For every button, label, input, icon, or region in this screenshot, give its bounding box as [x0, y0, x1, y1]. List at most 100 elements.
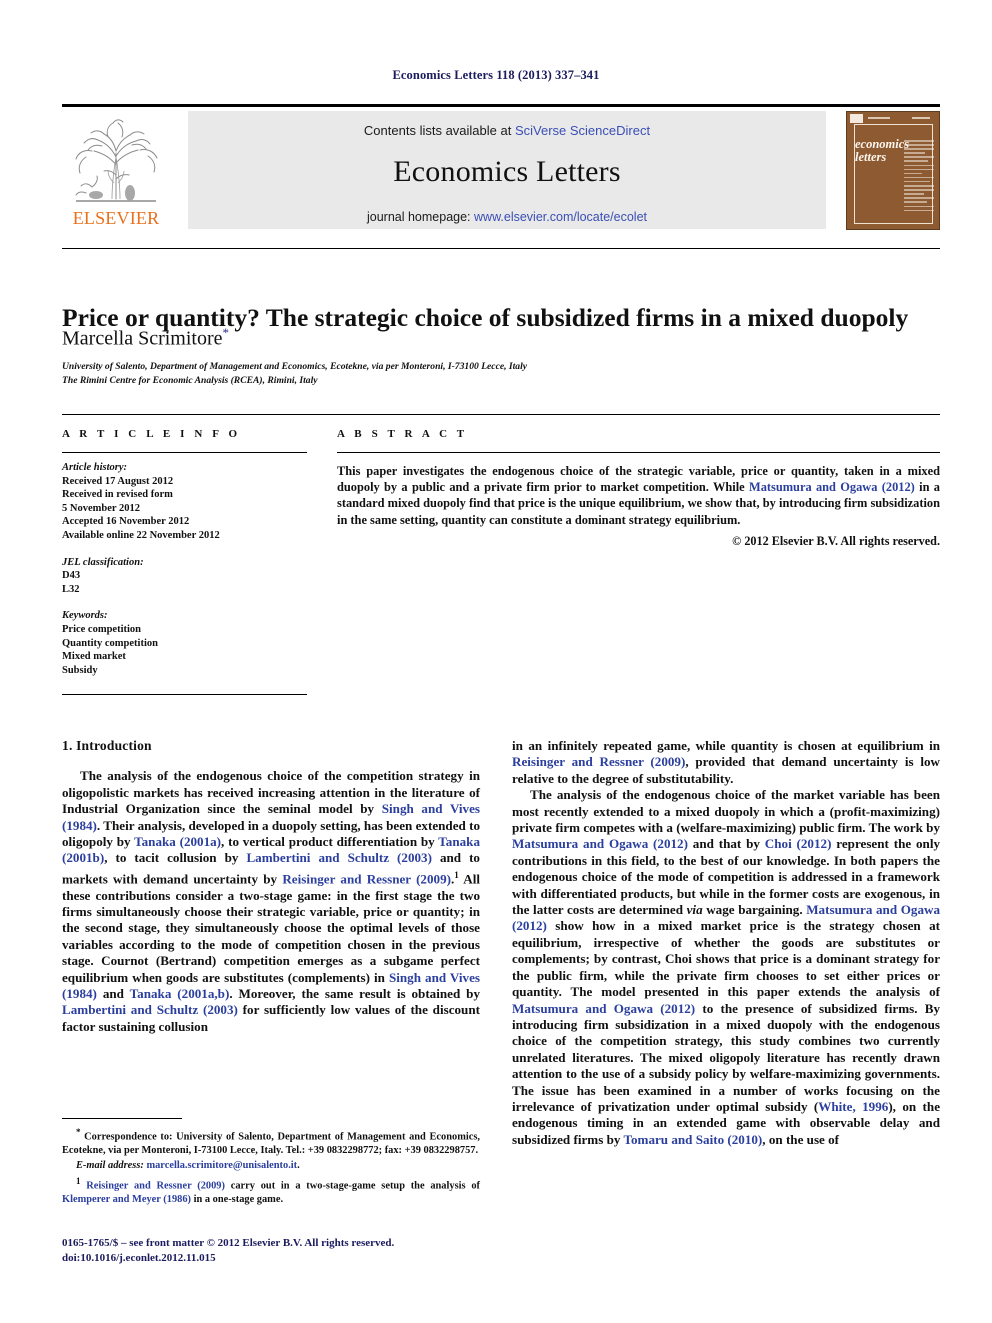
- cover-head-text-1: [868, 117, 890, 119]
- elsevier-tree-icon: [75, 119, 158, 202]
- text-run: Correspondence to: University of Salento…: [62, 1131, 480, 1156]
- affiliation-1: University of Salento, Department of Man…: [62, 361, 528, 372]
- journal-homepage-line: journal homepage: www.elsevier.com/locat…: [188, 210, 826, 224]
- footnote-correspondence: * Correspondence to: University of Salen…: [62, 1126, 480, 1157]
- citation-tanaka-2001ab[interactable]: Tanaka (2001a,b): [130, 986, 230, 1001]
- text-run: , to tacit collusion by: [104, 850, 247, 866]
- text-run: wage bargaining.: [702, 902, 807, 918]
- body-column-left: 1. Introduction The analysis of the endo…: [62, 738, 480, 1035]
- running-head: Economics Letters 118 (2013) 337–341: [392, 68, 600, 82]
- paragraph-right-1: in an infinitely repeated game, while qu…: [512, 738, 940, 787]
- citation-klemperer-meyer-1986[interactable]: Klemperer and Meyer (1986): [62, 1194, 191, 1205]
- history-item: 5 November 2012: [62, 502, 140, 514]
- history-item: Accepted 16 November 2012: [62, 516, 190, 528]
- cover-head-text-2: [912, 117, 930, 119]
- text-run: , to vertical product differentiation by: [221, 834, 439, 850]
- citation-reisinger-ressner-2009[interactable]: Reisinger and Ressner (2009): [282, 871, 451, 886]
- citation-tomaru-saito-2010[interactable]: Tomaru and Saito (2010): [623, 1132, 762, 1147]
- text-run: in a one-stage game.: [190, 1193, 284, 1205]
- contents-prefix: Contents lists available at: [363, 123, 515, 138]
- title-divider: [62, 248, 940, 249]
- jel-code: D43: [62, 570, 81, 582]
- abstract-text: This paper investigates the endogenous c…: [337, 463, 940, 528]
- text-run: to the presence of subsidized firms. By …: [512, 1000, 941, 1114]
- article-info-body: Article history: Received 17 August 2012…: [62, 461, 307, 677]
- jel-group: JEL classification: D43 L32: [62, 556, 307, 597]
- keywords-label: Keywords:: [62, 610, 108, 622]
- issn-line: 0165-1765/$ – see front matter © 2012 El…: [62, 1237, 395, 1249]
- article-info-bottom-rule: [62, 694, 307, 695]
- copyright-line: © 2012 Elsevier B.V. All rights reserved…: [732, 533, 940, 548]
- text-run: carry out in a two-stage-game setup the …: [224, 1180, 480, 1192]
- cover-contents-list: [904, 140, 934, 214]
- journal-cover-thumbnail: economics letters: [846, 111, 940, 230]
- doi-line[interactable]: doi:10.1016/j.econlet.2012.11.015: [62, 1251, 502, 1266]
- contents-available-line: Contents lists available at SciVerse Sci…: [188, 123, 826, 138]
- text-run: show how in a mixed market price is the …: [512, 918, 940, 1000]
- homepage-prefix: journal homepage:: [366, 210, 475, 224]
- text-run: .: [297, 1160, 300, 1172]
- keyword-item: Mixed market: [62, 651, 126, 663]
- cover-publisher-mark: [850, 114, 863, 123]
- author-label: Marcella Scrimitore: [62, 327, 223, 350]
- footnote-email: E-mail address: marcella.scrimitore@unis…: [62, 1159, 480, 1172]
- article-info-rule: [62, 452, 307, 453]
- keyword-item: Quantity competition: [62, 637, 158, 649]
- article-history-label: Article history:: [62, 462, 128, 473]
- affiliation-2: The Rimini Centre for Economic Analysis …: [62, 374, 318, 386]
- footnote-1-marker: 1: [76, 1175, 81, 1186]
- footnote-divider: [62, 1118, 182, 1119]
- text-run: The analysis of the endogenous choice of…: [512, 787, 940, 836]
- citation-lambertini-schultz-2003-b[interactable]: Lambertini and Schultz (2003): [62, 1002, 238, 1017]
- text-run: . Moreover, the same result is obtained …: [229, 986, 480, 1002]
- history-item: Received 17 August 2012: [62, 475, 174, 487]
- jel-label: JEL classification:: [62, 556, 144, 568]
- abstract-heading: A B S T R A C T: [337, 428, 468, 440]
- article-page: Economics Letters 118 (2013) 337–341 ELS…: [0, 0, 992, 1323]
- article-history-group: Article history: Received 17 August 2012…: [62, 461, 307, 543]
- affiliations: University of Salento, Department of Man…: [62, 360, 527, 387]
- corresponding-author-marker[interactable]: *: [223, 325, 230, 340]
- cover-header-strip: [850, 114, 936, 123]
- history-item: Received in revised form: [62, 489, 173, 501]
- author-email-link[interactable]: marcella.scrimitore@unisalento.it: [146, 1160, 297, 1171]
- elsevier-wordmark: ELSEVIER: [72, 208, 160, 228]
- imprint-block: 0165-1765/$ – see front matter © 2012 El…: [62, 1236, 502, 1265]
- body-column-right: in an infinitely repeated game, while qu…: [512, 738, 940, 1148]
- article-info-column: A R T I C L E I N F O Article history: R…: [62, 428, 307, 690]
- citation-reisinger-ressner-2009-b[interactable]: Reisinger and Ressner (2009): [512, 754, 685, 769]
- abstract-rule: [337, 452, 940, 453]
- abstract-column: A B S T R A C T This paper investigates …: [337, 428, 940, 549]
- text-run: All these contributions consider a two-s…: [62, 871, 480, 985]
- text-run: in an infinitely repeated game, while qu…: [512, 738, 940, 753]
- author-name: Marcella Scrimitore*: [62, 325, 229, 351]
- keyword-item: Subsidy: [62, 664, 98, 676]
- sciencedirect-link[interactable]: SciVerse ScienceDirect: [515, 123, 650, 138]
- history-item: Available online 22 November 2012: [62, 529, 220, 541]
- citation-white-1996[interactable]: White, 1996: [818, 1099, 888, 1114]
- journal-title: Economics Letters: [393, 155, 621, 188]
- footnotes-block: * Correspondence to: University of Salen…: [62, 1126, 480, 1208]
- footnote-1: 1 Reisinger and Ressner (2009) carry out…: [62, 1175, 480, 1206]
- citation-tanaka-2001a[interactable]: Tanaka (2001a): [134, 834, 221, 849]
- paragraph-intro-1: The analysis of the endogenous choice of…: [62, 768, 480, 1035]
- italic-via: via: [686, 902, 703, 918]
- elsevier-logo: ELSEVIER: [62, 113, 170, 231]
- abstract-citation[interactable]: Matsumura and Ogawa (2012): [749, 480, 915, 494]
- masthead-panel: Contents lists available at SciVerse Sci…: [188, 111, 826, 229]
- citation-choi-2012[interactable]: Choi (2012): [765, 836, 832, 851]
- jel-code: L32: [62, 583, 80, 595]
- citation-reisinger-ressner-2009-fn[interactable]: Reisinger and Ressner (2009): [86, 1180, 225, 1191]
- journal-homepage-link[interactable]: www.elsevier.com/locate/ecolet: [474, 210, 647, 224]
- article-info-heading: A R T I C L E I N F O: [62, 428, 241, 440]
- info-divider: [62, 414, 940, 415]
- section-heading-introduction: 1. Introduction: [62, 738, 152, 753]
- citation-lambertini-schultz-2003[interactable]: Lambertini and Schultz (2003): [246, 850, 432, 865]
- citation-matsumura-ogawa-2012-c[interactable]: Matsumura and Ogawa (2012): [512, 1001, 695, 1016]
- cover-title: economics letters: [855, 138, 909, 164]
- text-run: and that by: [687, 836, 765, 852]
- paragraph-right-2: The analysis of the endogenous choice of…: [512, 787, 940, 1148]
- citation-matsumura-ogawa-2012-a[interactable]: Matsumura and Ogawa (2012): [512, 836, 688, 851]
- keywords-group: Keywords: Price competition Quantity com…: [62, 609, 307, 677]
- email-label: E-mail address:: [76, 1160, 144, 1172]
